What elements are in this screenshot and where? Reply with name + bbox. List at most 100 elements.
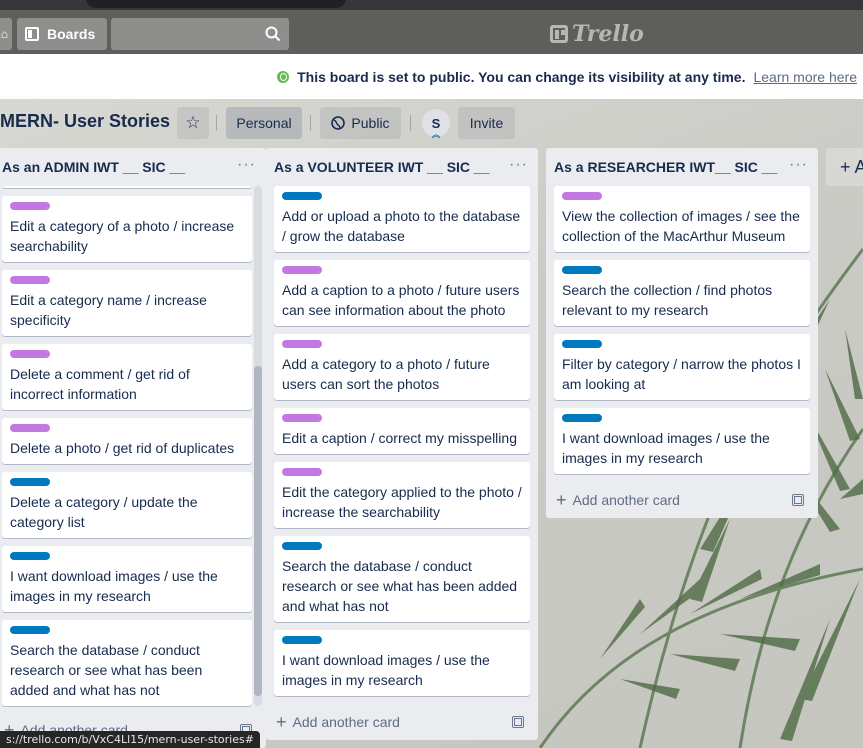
add-card-button[interactable]: + Add another card [266, 704, 538, 740]
list-researcher: As a RESEARCHER IWT__ SIC __ ··· View th… [546, 148, 818, 518]
list-title[interactable]: As a VOLUNTEER IWT __ SIC __ [274, 159, 490, 175]
card[interactable]: Delete a comment / get rid of incorrect … [2, 344, 252, 410]
banner-message: This board is set to public. You can cha… [297, 68, 746, 85]
app-header: ⌂ Boards Trello [0, 10, 863, 54]
card-text: Edit the category applied to the photo /… [282, 484, 522, 520]
add-card-button[interactable]: + Add another card [546, 482, 818, 518]
card[interactable]: Add or upload a photo to the database / … [274, 186, 530, 252]
card-text: Delete a category / update the category … [10, 494, 198, 530]
card-label-blue [562, 414, 602, 422]
list-menu-icon[interactable]: ··· [237, 156, 256, 174]
card-label-purple [282, 468, 322, 476]
card[interactable]: Add a caption to a photo / future users … [274, 260, 530, 326]
card-text: Delete a photo / get rid of duplicates [10, 440, 235, 456]
link-status-bar: s://trello.com/b/VxC4Ll15/mern-user-stor… [0, 731, 260, 748]
card-partial[interactable] [2, 186, 252, 188]
list-header: As an ADMIN IWT __ SIC __ ··· [0, 148, 266, 186]
add-card-label: Add another card [292, 714, 400, 730]
card-label-blue [562, 266, 602, 274]
board-header: MERN- User Stories ☆ Personal Public S ︽… [0, 99, 863, 147]
list-header: As a RESEARCHER IWT__ SIC __ ··· [546, 148, 818, 186]
card[interactable]: Edit the category applied to the photo /… [274, 462, 530, 528]
card-text: Add or upload a photo to the database / … [282, 208, 521, 244]
card[interactable]: I want download images / use the images … [554, 408, 810, 474]
card-label-blue [282, 192, 322, 200]
card[interactable]: View the collection of images / see the … [554, 186, 810, 252]
card-template-icon[interactable] [512, 716, 524, 728]
cards-scroll-content: Edit a category of a photo / increase se… [2, 186, 252, 706]
admin-chevron-icon: ︽ [432, 130, 440, 139]
card-label-purple [282, 266, 322, 274]
card[interactable]: Search the database / conduct research o… [2, 620, 252, 706]
search-input[interactable] [111, 18, 289, 50]
star-button[interactable]: ☆ [177, 107, 209, 139]
list-admin: As an ADMIN IWT __ SIC __ ··· Edit a cat… [0, 148, 266, 748]
card[interactable]: Search the database / conduct research o… [274, 536, 530, 622]
learn-more-link[interactable]: Learn more here [753, 69, 857, 85]
card-label-purple [282, 414, 322, 422]
card-label-blue [562, 340, 602, 348]
card[interactable]: Delete a category / update the category … [2, 472, 252, 538]
card-template-icon[interactable] [792, 494, 804, 506]
card[interactable]: I want download images / use the images … [2, 546, 252, 612]
card-text: I want download images / use the images … [10, 568, 218, 604]
card[interactable]: Search the collection / find photos rele… [554, 260, 810, 326]
card[interactable]: Edit a caption / correct my misspelling [274, 408, 530, 454]
card-text: I want download images / use the images … [562, 430, 770, 466]
visibility-label: Public [351, 115, 390, 131]
card[interactable]: Delete a photo / get rid of duplicates [2, 418, 252, 464]
card[interactable]: Edit a category name / increase specific… [2, 270, 252, 336]
star-icon: ☆ [185, 113, 201, 132]
divider [310, 115, 311, 131]
globe-icon [331, 116, 346, 130]
divider [216, 115, 217, 131]
list-header: As a VOLUNTEER IWT __ SIC __ ··· [266, 148, 538, 186]
card-text: Edit a caption / correct my misspelling [282, 430, 517, 446]
plus-icon: + [556, 489, 567, 510]
trello-logo[interactable]: Trello [550, 20, 644, 48]
address-bar[interactable] [86, 0, 346, 8]
card[interactable]: I want download images / use the images … [274, 630, 530, 696]
visibility-button[interactable]: Public [320, 107, 401, 139]
card-container: Add or upload a photo to the database / … [266, 186, 538, 696]
card-label-purple [10, 202, 50, 210]
board-title[interactable]: MERN- User Stories [0, 111, 170, 132]
member-avatar[interactable]: S ︽ [422, 109, 450, 139]
invite-button[interactable]: Invite [458, 107, 515, 139]
list-title[interactable]: As an ADMIN IWT __ SIC __ [2, 159, 185, 175]
list-menu-icon[interactable]: ··· [509, 156, 528, 174]
card-text: Edit a category of a photo / increase se… [10, 218, 235, 254]
card[interactable]: Edit a category of a photo / increase se… [2, 196, 252, 262]
card-text: Search the database / conduct research o… [10, 642, 203, 698]
plus-icon: + [276, 711, 287, 732]
card-label-blue [10, 478, 50, 486]
card-container: View the collection of images / see the … [546, 186, 818, 474]
card[interactable]: Filter by category / narrow the photos I… [554, 334, 810, 400]
card-container: Edit a category of a photo / increase se… [0, 186, 266, 712]
card-text: Filter by category / narrow the photos I… [562, 356, 801, 392]
trello-logo-icon [550, 25, 568, 43]
browser-chrome [0, 0, 863, 10]
divider [410, 115, 411, 131]
add-list-button[interactable]: + A [826, 148, 863, 186]
home-button[interactable]: ⌂ [0, 18, 12, 50]
card-text: View the collection of images / see the … [562, 208, 800, 244]
card-text: I want download images / use the images … [282, 652, 490, 688]
card-label-purple [562, 192, 602, 200]
globe-icon [277, 70, 290, 83]
list-volunteer: As a VOLUNTEER IWT __ SIC __ ··· Add or … [266, 148, 538, 740]
card-text: Search the database / conduct research o… [282, 558, 518, 614]
card-label-purple [282, 340, 322, 348]
card-label-blue [282, 636, 322, 644]
card-text: Add a caption to a photo / future users … [282, 282, 520, 318]
list-title[interactable]: As a RESEARCHER IWT__ SIC __ [554, 159, 777, 175]
card-text: Delete a comment / get rid of incorrect … [10, 366, 190, 402]
card-label-blue [282, 542, 322, 550]
list-menu-icon[interactable]: ··· [789, 156, 808, 174]
card-text: Edit a category name / increase specific… [10, 292, 207, 328]
boards-icon [25, 27, 39, 41]
card-label-purple [10, 350, 50, 358]
boards-button[interactable]: Boards [17, 18, 107, 50]
personal-team-button[interactable]: Personal [226, 107, 302, 139]
card[interactable]: Add a category to a photo / future users… [274, 334, 530, 400]
